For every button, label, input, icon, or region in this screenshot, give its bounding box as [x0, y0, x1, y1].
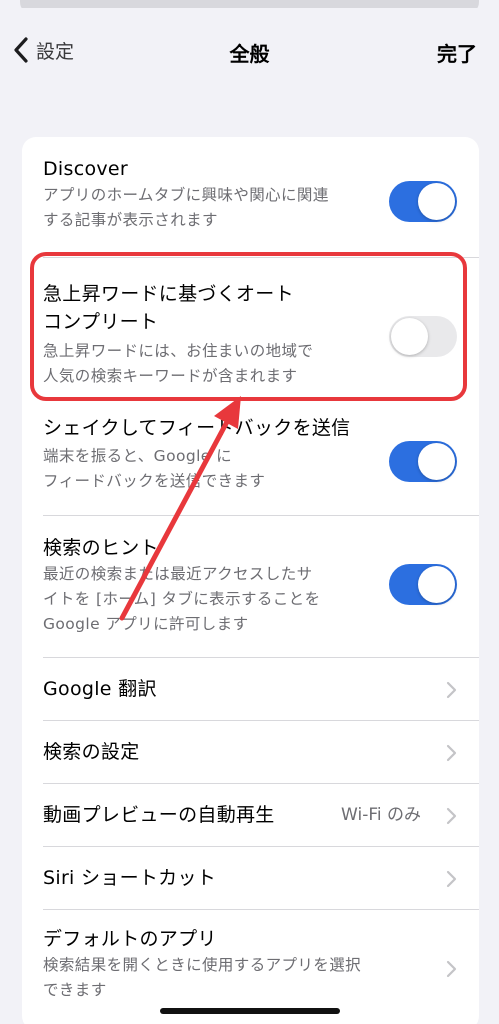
row-search-hints: 検索のヒント 最近の検索または最近アクセスしたサ イトを [ホーム] タブに表示… [22, 516, 479, 658]
home-indicator [160, 1008, 340, 1014]
row-value: Wi-Fi のみ [341, 805, 421, 825]
row-google-translate[interactable]: Google 翻訳 [22, 658, 479, 721]
navigation-bar: 設定 全般 完了 [0, 8, 499, 96]
done-button[interactable]: 完了 [437, 38, 477, 67]
row-subtitle: 端末を振ると、Google に [43, 447, 232, 465]
row-search-settings[interactable]: 検索の設定 [22, 721, 479, 784]
chevron-right-icon [446, 744, 457, 762]
toggle-knob [418, 183, 455, 220]
row-title: Google 翻訳 [43, 678, 157, 700]
row-subtitle: する記事が表示されます [43, 211, 218, 229]
chevron-right-icon [446, 681, 457, 699]
row-title: Siri ショートカット [43, 867, 217, 889]
row-title: 検索のヒント [43, 537, 159, 559]
row-title: Discover [43, 158, 129, 180]
row-default-apps[interactable]: デフォルトのアプリ 検索結果を開くときに使用するアプリを選択 できます [22, 910, 479, 1024]
discover-toggle[interactable] [389, 181, 457, 222]
toggle-knob [418, 566, 455, 603]
row-video-autoplay[interactable]: 動画プレビューの自動再生 Wi-Fi のみ [22, 784, 479, 847]
search-hints-toggle[interactable] [389, 564, 457, 605]
row-subtitle: できます [43, 981, 107, 999]
row-title: シェイクしてフィードバックを送信 [43, 417, 351, 439]
row-title: 動画プレビューの自動再生 [43, 804, 275, 826]
annotation-highlight-box [30, 252, 467, 401]
row-shake-feedback: シェイクしてフィードバックを送信 端末を振ると、Google に フィードバック… [22, 414, 479, 516]
row-subtitle: Google アプリに許可します [43, 615, 249, 633]
row-title: デフォルトのアプリ [43, 928, 217, 950]
toggle-knob [418, 443, 455, 480]
row-title: 検索の設定 [43, 741, 140, 763]
row-siri-shortcuts[interactable]: Siri ショートカット [22, 847, 479, 910]
row-subtitle: 検索結果を開くときに使用するアプリを選択 [43, 956, 362, 974]
shake-feedback-toggle[interactable] [389, 441, 457, 482]
row-discover: Discover アプリのホームタブに興味や関心に関連 する記事が表示されます [22, 137, 479, 258]
row-subtitle: イトを [ホーム] タブに表示することを [43, 590, 321, 608]
chevron-right-icon [446, 870, 457, 888]
row-subtitle: フィードバックを送信できます [43, 472, 266, 490]
row-subtitle: 最近の検索または最近アクセスしたサ [43, 565, 313, 583]
row-subtitle: アプリのホームタブに興味や関心に関連 [43, 186, 329, 204]
chevron-right-icon [446, 960, 457, 978]
chevron-right-icon [446, 807, 457, 825]
page-title: 全般 [229, 42, 270, 66]
settings-sheet: 設定 全般 完了 Discover アプリのホームタブに興味や関心に関連 する記… [0, 8, 499, 1024]
